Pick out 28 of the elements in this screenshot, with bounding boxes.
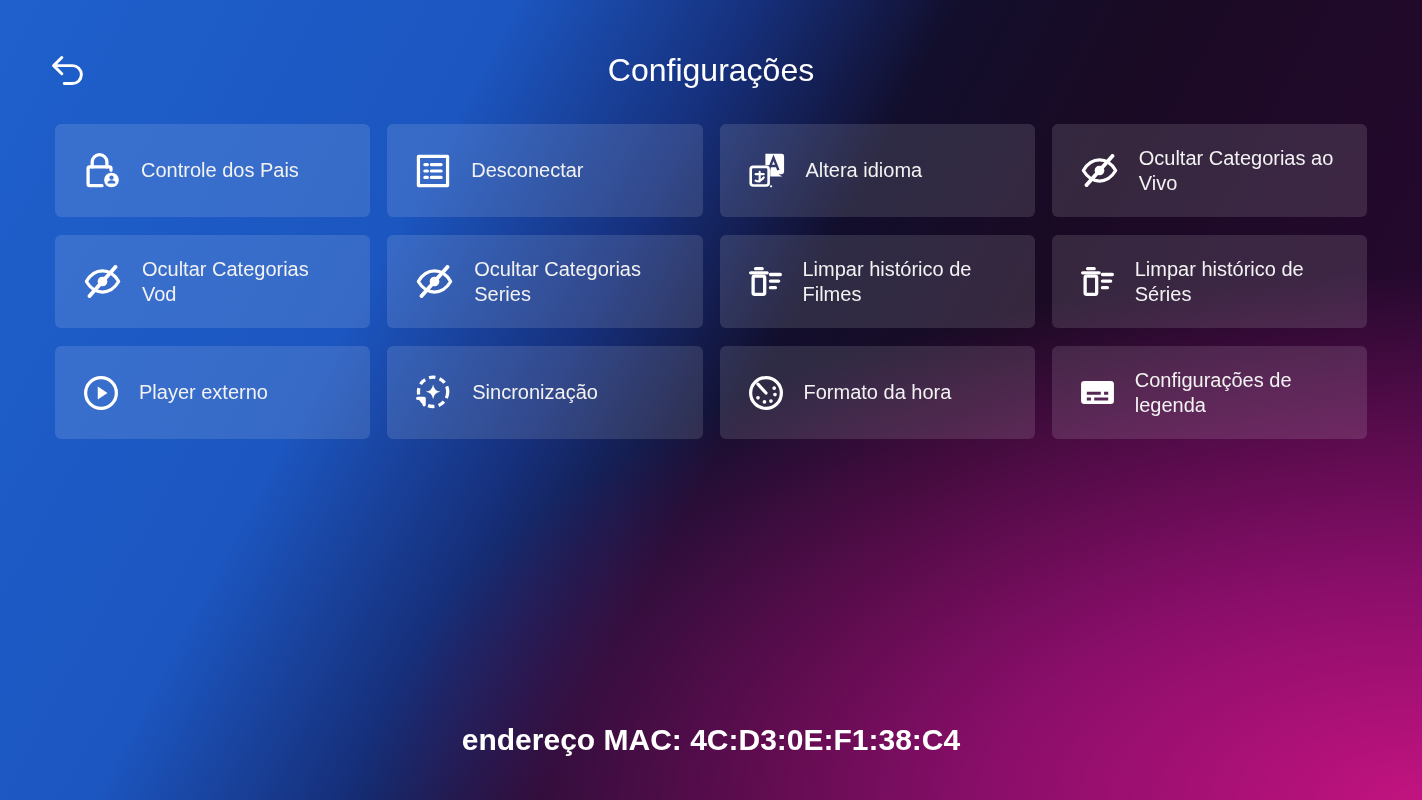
lock-person-icon [84, 152, 120, 189]
mac-address-text: endereço MAC: 4C:D3:0E:F1:38:C4 [461, 722, 961, 758]
settings-tile[interactable]: Ocultar Categorias Series [387, 235, 703, 328]
settings-tile[interactable]: Limpar histórico de Séries [1051, 235, 1367, 328]
play-circle-icon [84, 375, 118, 410]
settings-tile[interactable]: Configurações de legenda [1051, 346, 1367, 439]
settings-tile[interactable]: Desconectar [387, 124, 703, 217]
settings-tile[interactable]: Ocultar Categorias Vod [55, 235, 371, 328]
sync-sparkle-icon [416, 375, 452, 410]
settings-tile[interactable]: Controle dos Pais [55, 124, 371, 217]
eye-slash-icon [1080, 154, 1118, 187]
eye-slash-icon [84, 265, 121, 298]
settings-tile[interactable]: Ocultar Categorias ao Vivo [1051, 124, 1367, 217]
timer-icon [748, 375, 783, 410]
trash-list-icon [1080, 267, 1114, 296]
back-arrow-icon [52, 54, 83, 86]
list-icon [416, 153, 451, 188]
settings-tile[interactable]: Player externo [55, 346, 371, 439]
settings-tile[interactable]: Altera idioma [719, 124, 1035, 217]
back-button[interactable] [52, 54, 83, 86]
trash-list-icon [748, 267, 782, 296]
settings-tile[interactable]: Sincronização [387, 346, 703, 439]
page-title: Configurações [607, 51, 815, 90]
eye-slash-icon [416, 265, 454, 298]
settings-tile[interactable]: Formato da hora [719, 346, 1035, 439]
subtitles-icon [1080, 381, 1114, 404]
translate-icon [748, 153, 785, 188]
settings-tile[interactable]: Limpar histórico de Filmes [719, 235, 1035, 328]
